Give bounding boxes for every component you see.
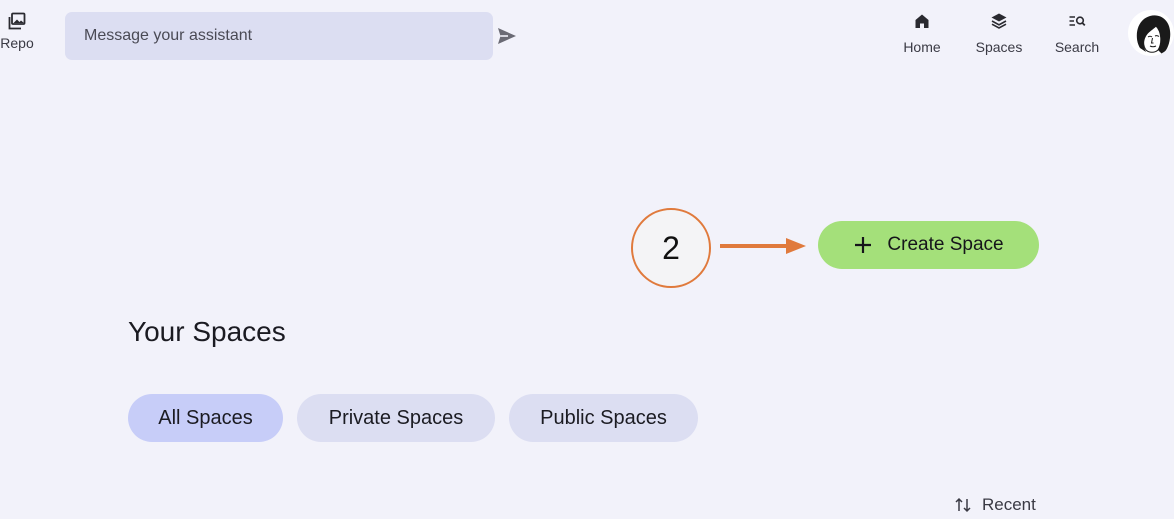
repo-label: Repo xyxy=(0,35,34,51)
message-input[interactable] xyxy=(65,12,493,60)
create-space-button[interactable]: Create Space xyxy=(818,221,1039,269)
create-space-label: Create Space xyxy=(887,234,1004,255)
nav-home[interactable]: Home xyxy=(902,12,942,58)
sort-label: Recent xyxy=(982,495,1036,514)
repo-nav-item[interactable]: Repo xyxy=(0,10,34,60)
home-icon xyxy=(915,14,929,28)
search-list-icon xyxy=(1069,16,1086,27)
page-title: Your Spaces xyxy=(128,316,286,347)
nav-home-label: Home xyxy=(903,39,941,55)
layers-icon xyxy=(991,13,1007,29)
user-avatar[interactable] xyxy=(1128,10,1174,56)
nav-spaces-label: Spaces xyxy=(975,39,1023,55)
plus-icon xyxy=(855,237,872,253)
gallery-icon xyxy=(8,12,26,30)
arrow-right-icon xyxy=(720,238,806,254)
nav-search-label: Search xyxy=(1054,39,1100,55)
filter-all-spaces[interactable]: All Spaces xyxy=(128,394,283,442)
filter-private-spaces[interactable]: Private Spaces xyxy=(297,394,495,442)
filter-public-spaces[interactable]: Public Spaces xyxy=(509,394,698,442)
step-marker: 2 xyxy=(631,208,711,288)
sort-icon xyxy=(955,497,971,513)
nav-spaces[interactable]: Spaces xyxy=(974,12,1024,58)
avatar-portrait-icon xyxy=(1136,15,1171,55)
send-icon[interactable] xyxy=(496,26,518,46)
sort-recent[interactable]: Recent xyxy=(954,494,1036,516)
nav-search[interactable]: Search xyxy=(1053,12,1101,58)
